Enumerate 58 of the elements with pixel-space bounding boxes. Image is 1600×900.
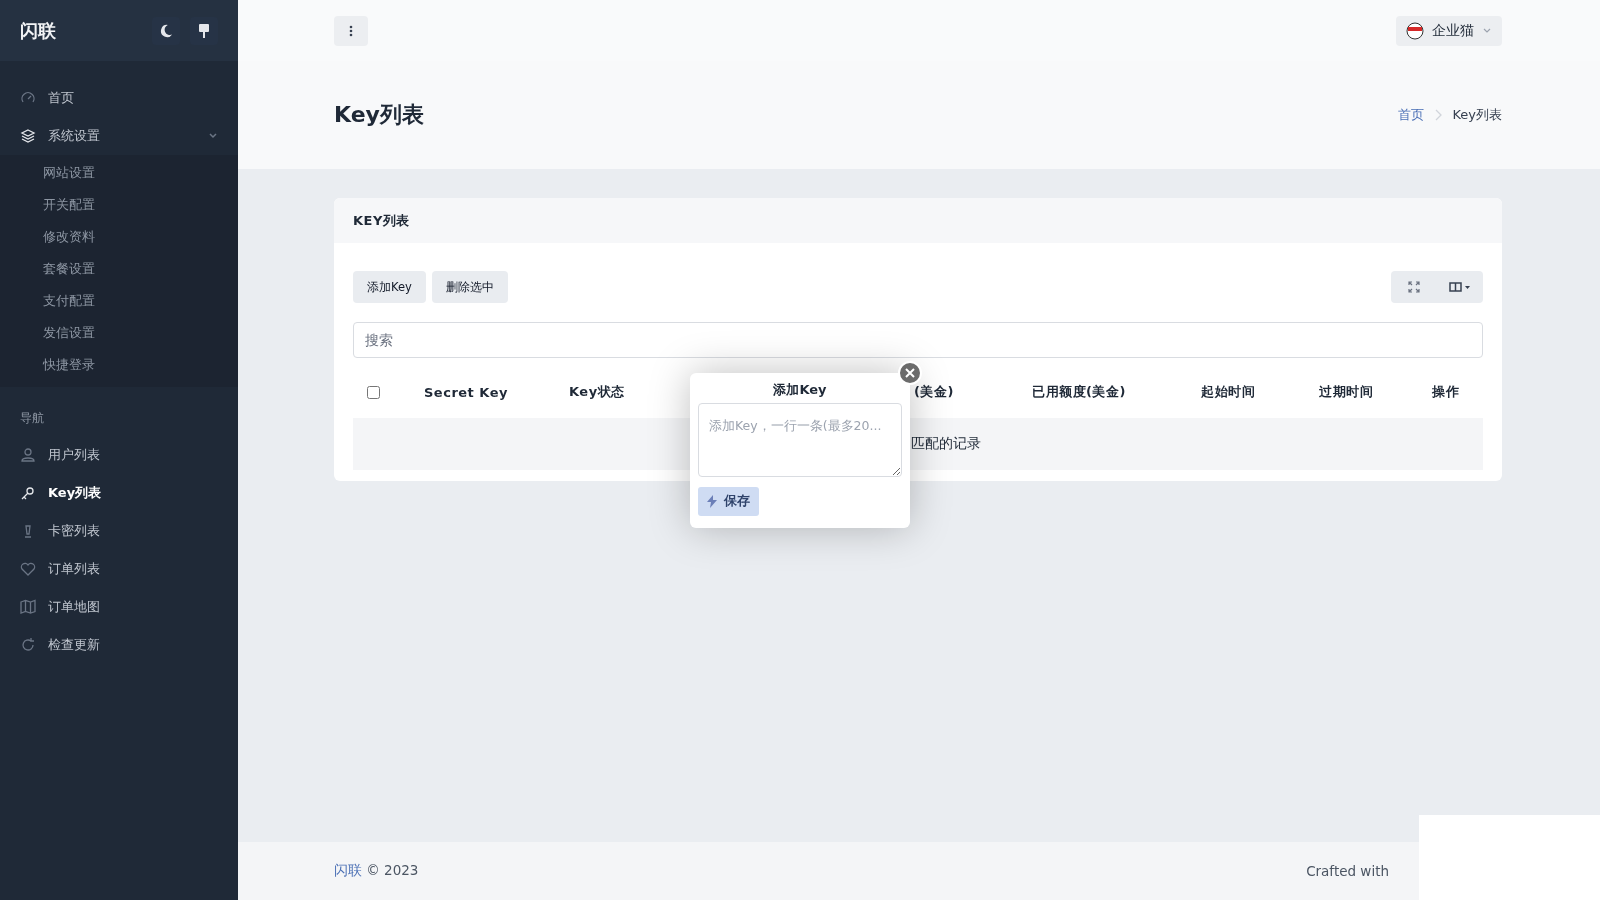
moon-icon bbox=[159, 23, 173, 38]
page-title: Key列表 bbox=[334, 101, 424, 129]
nav-item[interactable]: 用户列表 bbox=[0, 436, 238, 474]
submenu-item[interactable]: 开关配置 bbox=[0, 189, 238, 221]
submenu-item[interactable]: 修改资料 bbox=[0, 221, 238, 253]
empty-message: 匹配的记录 bbox=[911, 435, 981, 453]
heart-icon bbox=[20, 561, 36, 577]
column-header[interactable]: 过期时间 bbox=[1319, 384, 1373, 399]
submenu-item[interactable]: 网站设置 bbox=[0, 157, 238, 189]
nav-item[interactable]: 系统设置 bbox=[0, 117, 238, 155]
footer-brand-link[interactable]: 闪联 bbox=[334, 862, 362, 878]
column-header[interactable]: 起始时间 bbox=[1201, 384, 1255, 399]
nav-item[interactable]: 首页 bbox=[0, 79, 238, 117]
select-all-checkbox[interactable] bbox=[367, 385, 380, 399]
toolbar-button[interactable]: 删除选中 bbox=[431, 271, 508, 303]
nav-item[interactable]: 订单地图 bbox=[0, 588, 238, 626]
user-menu-button[interactable]: 企业猫 bbox=[1396, 15, 1502, 46]
lightning-icon bbox=[707, 495, 717, 508]
breadcrumb-link[interactable]: 首页 bbox=[1398, 106, 1425, 124]
expand-icon bbox=[1408, 281, 1420, 293]
columns-icon bbox=[1449, 282, 1471, 292]
column-header[interactable]: (美金) bbox=[914, 384, 954, 399]
submenu-item[interactable]: 套餐设置 bbox=[0, 253, 238, 285]
key-icon bbox=[20, 485, 36, 501]
close-button[interactable] bbox=[898, 361, 922, 385]
nav-item[interactable]: 检查更新 bbox=[0, 626, 238, 664]
search-field[interactable]: 搜索 bbox=[353, 322, 1483, 358]
columns-button[interactable] bbox=[1437, 271, 1483, 303]
submenu-item[interactable]: 发信设置 bbox=[0, 317, 238, 349]
dark-mode-button[interactable] bbox=[152, 16, 180, 45]
breadcrumb-current: Key列表 bbox=[1452, 106, 1502, 124]
chevron-right-icon bbox=[1434, 109, 1443, 121]
submenu-item[interactable]: 支付配置 bbox=[0, 285, 238, 317]
layers-icon bbox=[20, 128, 36, 144]
nav-item[interactable]: Key列表 bbox=[0, 474, 238, 512]
more-icon bbox=[349, 24, 353, 37]
nav-item[interactable]: 卡密列表 bbox=[0, 512, 238, 550]
credit-text: Crafted with bbox=[1306, 863, 1389, 879]
nav-heading: 导航 bbox=[19, 410, 45, 427]
avatar-icon bbox=[1406, 21, 1424, 40]
save-button[interactable]: 保存 bbox=[698, 487, 759, 516]
nav-item[interactable]: 订单列表 bbox=[0, 550, 238, 588]
brush-button[interactable] bbox=[190, 16, 218, 45]
brush-icon bbox=[198, 23, 210, 38]
brand-logo-text: 闪联 bbox=[20, 18, 56, 43]
refresh-icon bbox=[20, 637, 36, 653]
copyright-text: © 2023 bbox=[366, 862, 419, 878]
column-header[interactable]: 已用额度(美金) bbox=[1032, 384, 1126, 399]
user-icon bbox=[20, 447, 36, 463]
column-header[interactable]: Secret Key bbox=[424, 384, 508, 400]
popover-title: 添加Key bbox=[772, 381, 828, 399]
card-title: KEY列表 bbox=[353, 211, 410, 230]
close-icon bbox=[905, 368, 915, 378]
submenu-item[interactable]: 快捷登录 bbox=[0, 349, 238, 381]
column-header[interactable]: Key状态 bbox=[569, 384, 625, 399]
map-icon bbox=[20, 599, 36, 615]
toolbar-button[interactable]: 添加Key bbox=[353, 271, 426, 303]
column-header[interactable]: 操作 bbox=[1432, 384, 1459, 399]
